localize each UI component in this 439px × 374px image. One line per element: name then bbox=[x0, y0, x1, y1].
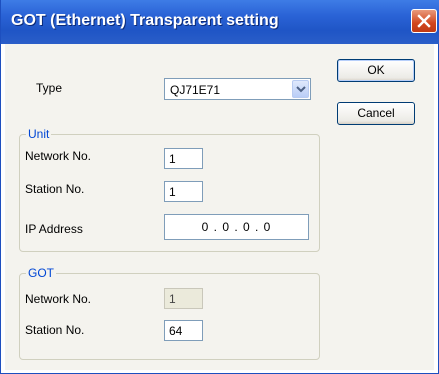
got-station-value: 64 bbox=[169, 324, 183, 338]
dialog-body: Type QJ71E71 OK Cancel Unit Network No. … bbox=[5, 44, 434, 370]
unit-station-value: 1 bbox=[169, 185, 176, 199]
got-group-legend: GOT bbox=[26, 266, 56, 280]
ok-button[interactable]: OK bbox=[337, 59, 415, 82]
ip-address-input[interactable]: 0 . 0 . 0 . 0 bbox=[164, 214, 309, 240]
type-select-toggle[interactable] bbox=[292, 80, 309, 98]
type-select-value: QJ71E71 bbox=[170, 83, 221, 97]
dialog-window: GOT (Ethernet) Transparent setting Type … bbox=[0, 0, 439, 374]
cancel-button[interactable]: Cancel bbox=[337, 102, 415, 125]
type-select[interactable]: QJ71E71 bbox=[164, 78, 311, 100]
unit-network-label: Network No. bbox=[25, 149, 92, 163]
type-label: Type bbox=[36, 81, 63, 95]
dialog-title: GOT (Ethernet) Transparent setting bbox=[11, 12, 279, 29]
got-station-input[interactable]: 64 bbox=[164, 320, 203, 341]
chevron-down-icon bbox=[296, 86, 306, 93]
unit-station-input[interactable]: 1 bbox=[164, 181, 203, 202]
close-icon bbox=[417, 14, 431, 28]
got-group: GOT bbox=[19, 266, 320, 360]
ip-address-value: 0 . 0 . 0 . 0 bbox=[201, 220, 272, 234]
title-bar[interactable]: GOT (Ethernet) Transparent setting bbox=[1, 0, 439, 44]
unit-network-value: 1 bbox=[169, 152, 176, 166]
got-network-input: 1 bbox=[164, 288, 203, 309]
unit-group-legend: Unit bbox=[26, 127, 52, 141]
got-network-label: Network No. bbox=[25, 292, 92, 306]
got-network-value: 1 bbox=[169, 292, 176, 306]
close-button[interactable] bbox=[411, 9, 437, 33]
got-station-label: Station No. bbox=[25, 323, 85, 337]
unit-network-input[interactable]: 1 bbox=[164, 148, 203, 169]
ip-address-label: IP Address bbox=[25, 222, 83, 236]
unit-station-label: Station No. bbox=[25, 182, 85, 196]
